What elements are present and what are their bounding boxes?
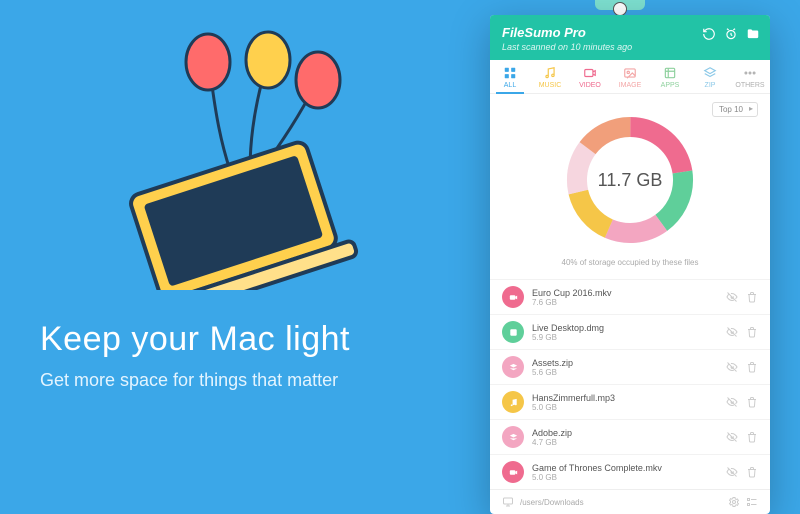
legend-toggle-icon[interactable] bbox=[746, 496, 758, 508]
file-name: Adobe.zip bbox=[532, 428, 718, 438]
laptop-balloons-illustration bbox=[60, 30, 420, 290]
file-meta: Game of Thrones Complete.mkv5.0 GB bbox=[532, 463, 718, 482]
tab-label: MUSIC bbox=[539, 82, 562, 89]
file-name: Assets.zip bbox=[532, 358, 718, 368]
zip-file-icon bbox=[502, 356, 524, 378]
apps-file-icon bbox=[502, 321, 524, 343]
file-size: 5.0 GB bbox=[532, 403, 718, 412]
file-size: 4.7 GB bbox=[532, 438, 718, 447]
image-icon bbox=[623, 66, 637, 80]
video-icon bbox=[583, 66, 597, 80]
current-path: /users/Downloads bbox=[520, 498, 584, 507]
trash-icon[interactable] bbox=[746, 361, 758, 373]
video-file-icon bbox=[502, 461, 524, 483]
file-size: 5.9 GB bbox=[532, 333, 718, 342]
file-meta: HansZimmerfull.mp35.0 GB bbox=[532, 393, 718, 412]
file-name: Euro Cup 2016.mkv bbox=[532, 288, 718, 298]
tab-others[interactable]: OTHERS bbox=[730, 60, 770, 93]
monitor-icon bbox=[502, 496, 514, 508]
file-name: Game of Thrones Complete.mkv bbox=[532, 463, 718, 473]
file-row[interactable]: HansZimmerfull.mp35.0 GB bbox=[490, 384, 770, 419]
menubar-anchor bbox=[595, 0, 645, 10]
hide-icon[interactable] bbox=[726, 396, 738, 408]
subheadline: Get more space for things that matter bbox=[40, 370, 338, 391]
trash-icon[interactable] bbox=[746, 326, 758, 338]
tab-zip[interactable]: ZIP bbox=[690, 60, 730, 93]
hide-icon[interactable] bbox=[726, 466, 738, 478]
file-name: HansZimmerfull.mp3 bbox=[532, 393, 718, 403]
file-size: 5.6 GB bbox=[532, 368, 718, 377]
tab-all[interactable]: ALL bbox=[490, 60, 530, 93]
file-size: 5.0 GB bbox=[532, 473, 718, 482]
file-meta: Live Desktop.dmg5.9 GB bbox=[532, 323, 718, 342]
music-file-icon bbox=[502, 391, 524, 413]
file-meta: Euro Cup 2016.mkv7.6 GB bbox=[532, 288, 718, 307]
trash-icon[interactable] bbox=[746, 291, 758, 303]
hide-icon[interactable] bbox=[726, 326, 738, 338]
menubar-app-icon bbox=[613, 2, 627, 16]
file-row[interactable]: Euro Cup 2016.mkv7.6 GB bbox=[490, 279, 770, 314]
file-meta: Adobe.zip4.7 GB bbox=[532, 428, 718, 447]
hide-icon[interactable] bbox=[726, 361, 738, 373]
donut-center-total: 11.7 GB bbox=[560, 110, 700, 250]
app-footer: /users/Downloads bbox=[490, 489, 770, 514]
app-header: FileSumo Pro Last scanned on 10 minutes … bbox=[490, 15, 770, 60]
zip-icon bbox=[703, 66, 717, 80]
chart-area: Top 10 11.7 GB 40% of storage occupied b… bbox=[490, 94, 770, 279]
alarm-icon[interactable] bbox=[724, 27, 738, 41]
settings-icon[interactable] bbox=[728, 496, 740, 508]
file-row[interactable]: Adobe.zip4.7 GB bbox=[490, 419, 770, 454]
music-icon bbox=[543, 66, 557, 80]
marketing-panel: Keep your Mac light Get more space for t… bbox=[0, 0, 480, 500]
tab-label: ZIP bbox=[705, 82, 716, 89]
storage-caption: 40% of storage occupied by these files bbox=[502, 254, 758, 275]
file-row[interactable]: Assets.zip5.6 GB bbox=[490, 349, 770, 384]
apps-icon bbox=[663, 66, 677, 80]
tab-label: OTHERS bbox=[735, 82, 764, 89]
trash-icon[interactable] bbox=[746, 396, 758, 408]
top-n-selector[interactable]: Top 10 bbox=[712, 102, 758, 117]
video-file-icon bbox=[502, 286, 524, 308]
trash-icon[interactable] bbox=[746, 431, 758, 443]
last-scan-label: Last scanned on 10 minutes ago bbox=[502, 42, 758, 52]
all-icon bbox=[503, 66, 517, 80]
hide-icon[interactable] bbox=[726, 291, 738, 303]
file-meta: Assets.zip5.6 GB bbox=[532, 358, 718, 377]
file-row[interactable]: Game of Thrones Complete.mkv5.0 GB bbox=[490, 454, 770, 489]
tab-apps[interactable]: APPS bbox=[650, 60, 690, 93]
headline: Keep your Mac light bbox=[40, 320, 350, 359]
refresh-icon[interactable] bbox=[702, 27, 716, 41]
file-name: Live Desktop.dmg bbox=[532, 323, 718, 333]
tab-video[interactable]: VIDEO bbox=[570, 60, 610, 93]
tab-label: ALL bbox=[504, 82, 516, 89]
app-window: FileSumo Pro Last scanned on 10 minutes … bbox=[490, 15, 770, 514]
category-tabs: ALL MUSIC VIDEO IMAGE APPS ZIP OTHERS bbox=[490, 60, 770, 94]
file-list: Euro Cup 2016.mkv7.6 GBLive Desktop.dmg5… bbox=[490, 279, 770, 489]
folder-icon[interactable] bbox=[746, 27, 760, 41]
others-icon bbox=[743, 66, 757, 80]
trash-icon[interactable] bbox=[746, 466, 758, 478]
tab-label: APPS bbox=[661, 82, 680, 89]
tab-label: IMAGE bbox=[619, 82, 642, 89]
tab-music[interactable]: MUSIC bbox=[530, 60, 570, 93]
file-size: 7.6 GB bbox=[532, 298, 718, 307]
tab-image[interactable]: IMAGE bbox=[610, 60, 650, 93]
tab-label: VIDEO bbox=[579, 82, 601, 89]
hide-icon[interactable] bbox=[726, 431, 738, 443]
zip-file-icon bbox=[502, 426, 524, 448]
file-row[interactable]: Live Desktop.dmg5.9 GB bbox=[490, 314, 770, 349]
